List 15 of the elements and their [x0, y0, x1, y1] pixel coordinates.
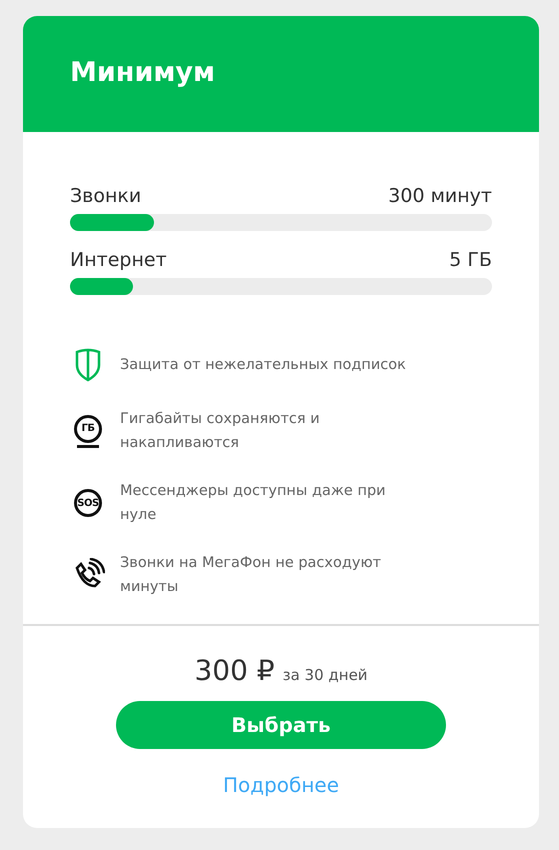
allowance-value: 5 ГБ: [449, 248, 492, 272]
tariff-title: Минимум: [70, 56, 216, 88]
details-link[interactable]: Подробнее: [222, 773, 340, 797]
allowance-label: Интернет: [70, 248, 167, 272]
badge-icon: SOS: [74, 489, 102, 517]
price-period: за 30 дней: [282, 666, 368, 684]
allowance-label: Звонки: [70, 184, 142, 208]
select-button[interactable]: Выбрать: [116, 701, 446, 749]
allowance-value: 300 минут: [388, 184, 492, 208]
shield-icon: [75, 348, 101, 382]
feature-text: Звонки на МегаФон не расходуют минуты: [120, 554, 382, 597]
feature-text: Мессенджеры доступны даже при нуле: [120, 482, 387, 525]
feature-text: Гигабайты сохраняются и накапливаются: [120, 410, 321, 453]
price-amount: 300 ₽: [194, 654, 275, 687]
feature-text: Защита от нежелательных подписок: [120, 356, 407, 375]
